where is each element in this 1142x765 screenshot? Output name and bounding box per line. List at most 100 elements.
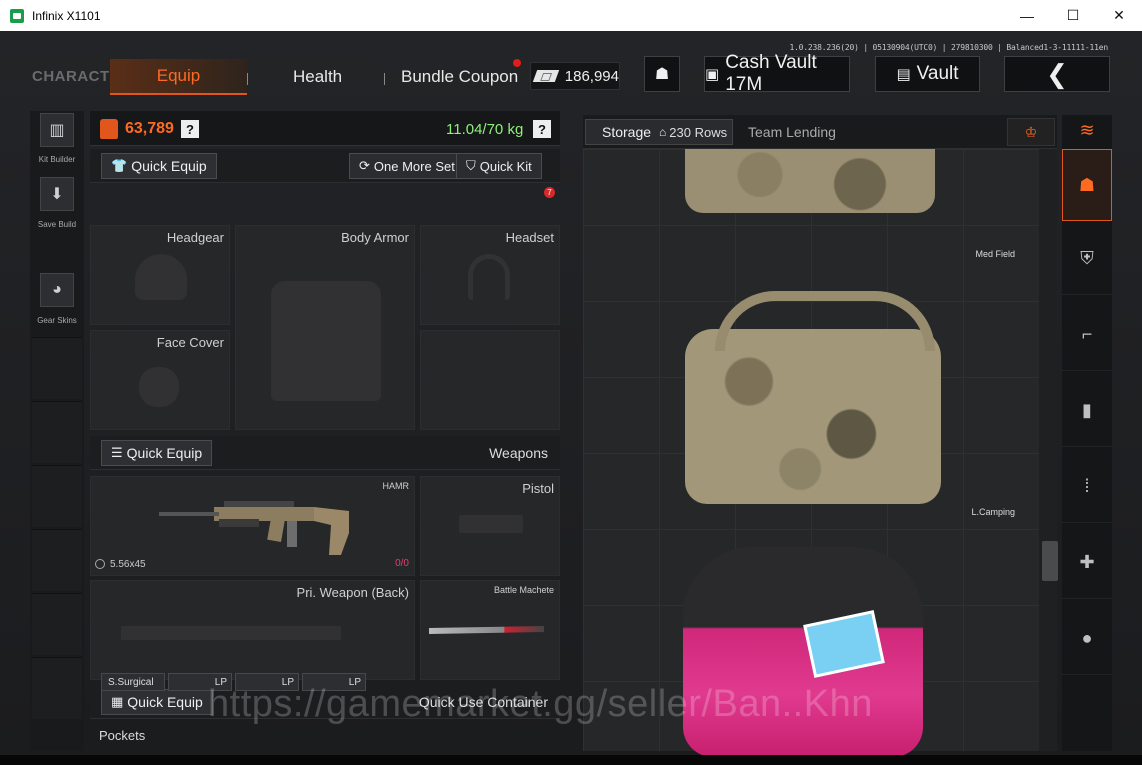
weight-help-button[interactable]: ? [533, 120, 551, 138]
sidebar-empty-slot [32, 529, 82, 591]
shirt-icon: 👕 [111, 158, 128, 173]
sidebar-empty-slot [32, 401, 82, 463]
backpack-item[interactable] [685, 329, 941, 504]
tab-health[interactable]: Health [293, 67, 342, 87]
quick-kit-label: Quick Kit [479, 158, 532, 174]
operator-icon: ☗ [654, 66, 670, 83]
quick-equip-label: Quick Equip [131, 158, 207, 174]
pocket-slot[interactable]: S.Surgical [101, 673, 165, 691]
gear-skins-button[interactable]: ◕ [40, 273, 74, 307]
category-all-button[interactable]: ≋ [1062, 115, 1112, 145]
storage-grid[interactable]: Med Field L.Camping [583, 149, 1039, 755]
category-magazines[interactable]: ▮ [1062, 375, 1112, 447]
sidebar-empty-slot [32, 593, 82, 655]
cash-vault-label: Cash Vault 17M [725, 52, 817, 95]
vault-icon: ▤ [896, 66, 911, 83]
stack-icon: ≋ [1079, 119, 1095, 140]
kit-builder-button[interactable]: ▥ [40, 113, 74, 147]
one-more-set-button[interactable]: ⟳ One More Set [349, 153, 465, 179]
shield-icon: ⛉ [466, 158, 476, 173]
slot-pistol[interactable]: Pistol [420, 476, 560, 576]
value-help-button[interactable]: ? [181, 120, 199, 138]
slot-primary-weapon[interactable]: HAMR 5.56x45 0/0 [90, 476, 415, 576]
attachment-icon: ✚ [1079, 552, 1095, 572]
cash-amount: 186,994 [564, 67, 619, 85]
weapons-section-header: ☰ Quick Equip Weapons [90, 436, 560, 470]
quick-use-quick-equip-button[interactable]: ▦ Quick Equip [101, 689, 213, 715]
slot-headgear[interactable]: Headgear [90, 225, 230, 325]
window-title: Infinix X1101 [32, 8, 101, 23]
left-sidebar: ▥ Kit Builder ⬇ Save Build ◕ Gear Skins [30, 111, 84, 751]
vault-button[interactable]: ▤ Vault [875, 56, 980, 92]
weapons-quick-equip-button[interactable]: ☰ Quick Equip [101, 440, 213, 466]
refresh-icon: ⟳ [359, 158, 370, 173]
tab-equip[interactable]: Equip [110, 59, 247, 95]
sidebar-empty-slot [32, 465, 82, 527]
save-build-label: Save Build [37, 220, 77, 229]
helmet-icon: ◕ [52, 281, 62, 298]
cash-balance[interactable]: 186,994 [530, 62, 620, 90]
vault-cash-icon: ▣ [705, 66, 720, 83]
slot-body-armor[interactable]: Body Armor [235, 225, 415, 430]
rifle-silhouette [121, 626, 341, 640]
notification-dot [513, 59, 521, 67]
app-icon [10, 8, 24, 23]
slot-primary-back[interactable]: Pri. Weapon (Back) [90, 580, 415, 680]
sort-icon: ♔ [1024, 123, 1038, 140]
pri-weapon-back-label: Pri. Weapon (Back) [296, 585, 409, 600]
gear-quick-equip-button[interactable]: 👕 Quick Equip [101, 153, 217, 179]
stack-icon: ☰ [111, 445, 123, 460]
body-armor-label: Body Armor [341, 230, 409, 245]
machete-image [429, 625, 544, 635]
melee-label: Battle Machete [493, 585, 554, 595]
game-screen: 1.0.238.236(20) | 05130904(UTC0) | 27981… [0, 31, 1142, 755]
slot-empty [420, 330, 560, 430]
grenade-icon: ● [1081, 628, 1093, 648]
loadout-header: 63,789 ? 11.04/70 kg ? [90, 111, 560, 146]
item-label: L.Camping [971, 507, 1015, 517]
mask-silhouette [139, 367, 179, 407]
item-label: Med Field [975, 249, 1015, 259]
face-cover-label: Face Cover [156, 335, 224, 350]
backpack-item[interactable] [685, 149, 935, 213]
operator-button[interactable]: ☗ [644, 56, 680, 92]
backpack-icon: ☗ [1078, 174, 1096, 195]
category-sidebar: ≋ ☗ ⛨ ⌐ ▮ ⁞ ✚ ● [1062, 115, 1112, 751]
storage-scrollbar[interactable] [1042, 541, 1058, 581]
primary-magazine: 0/0 [395, 558, 409, 569]
category-consumables[interactable]: ● [1062, 603, 1112, 675]
minimize-button[interactable]: — [1004, 0, 1050, 31]
home-icon: ⌂ [659, 125, 667, 139]
download-icon: ⬇ [50, 186, 64, 203]
tab-storage[interactable]: Storage ⌂ 230 Rows [585, 119, 733, 145]
storage-tab-label: Storage [602, 124, 652, 140]
cash-icon [532, 70, 559, 82]
quick-kit-button[interactable]: ⛉ Quick Kit [456, 153, 542, 179]
carry-weight: 11.04/70 kg [446, 121, 524, 138]
save-build-button[interactable]: ⬇ [40, 177, 74, 211]
category-attachments[interactable]: ✚ [1062, 527, 1112, 599]
tab-team-lending[interactable]: Team Lending [748, 124, 836, 140]
loadout-value: 63,789 [125, 120, 174, 137]
quick-kit-badge: 7 [544, 187, 555, 198]
primary-weapon-name: HAMR [382, 481, 410, 491]
category-weapons[interactable]: ⌐ [1062, 299, 1112, 371]
category-armor[interactable]: ⛨ [1062, 223, 1112, 295]
slot-face-cover[interactable]: Face Cover [90, 330, 230, 430]
nav-divider [247, 73, 248, 85]
cash-vault-button[interactable]: ▣ Cash Vault 17M [704, 52, 850, 95]
tab-bundle-coupon[interactable]: Bundle Coupon [401, 67, 518, 87]
quick-equip-label: Quick Equip [126, 445, 203, 461]
slot-headset[interactable]: Headset [420, 225, 560, 325]
helmet-silhouette [135, 254, 187, 300]
back-button[interactable]: ❮ [1004, 56, 1110, 92]
slot-melee[interactable]: Battle Machete [420, 580, 560, 680]
rifle-image [159, 501, 349, 555]
watermark: https://gamemarket.gg/seller/Ban..Khn [208, 683, 873, 725]
close-button[interactable]: ✕ [1096, 0, 1142, 31]
armor-silhouette [271, 281, 381, 401]
maximize-button[interactable]: ☐ [1050, 0, 1096, 31]
sort-button[interactable]: ♔ [1007, 118, 1055, 146]
category-backpacks[interactable]: ☗ [1062, 149, 1112, 221]
category-ammo[interactable]: ⁞ [1062, 451, 1112, 523]
